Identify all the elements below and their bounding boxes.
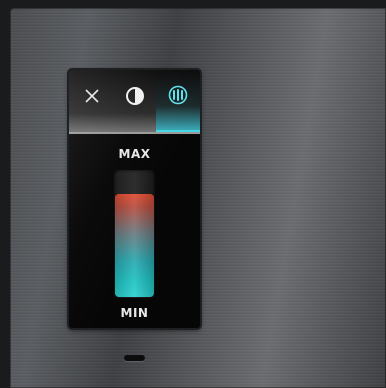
level-slider[interactable] <box>114 170 155 298</box>
control-screen: MAX MIN <box>69 70 200 328</box>
radiator-icon <box>168 85 188 109</box>
tab-close[interactable] <box>70 70 113 132</box>
min-label: MIN <box>120 306 149 320</box>
tab-contrast[interactable] <box>113 70 156 132</box>
status-indicator <box>124 355 145 361</box>
tab-bar <box>69 70 200 134</box>
max-label: MAX <box>118 147 151 161</box>
level-slider-fill <box>115 194 154 297</box>
tab-heating[interactable] <box>156 70 200 132</box>
close-icon <box>84 88 100 108</box>
level-slider-shade <box>115 194 154 297</box>
contrast-icon <box>125 86 145 110</box>
